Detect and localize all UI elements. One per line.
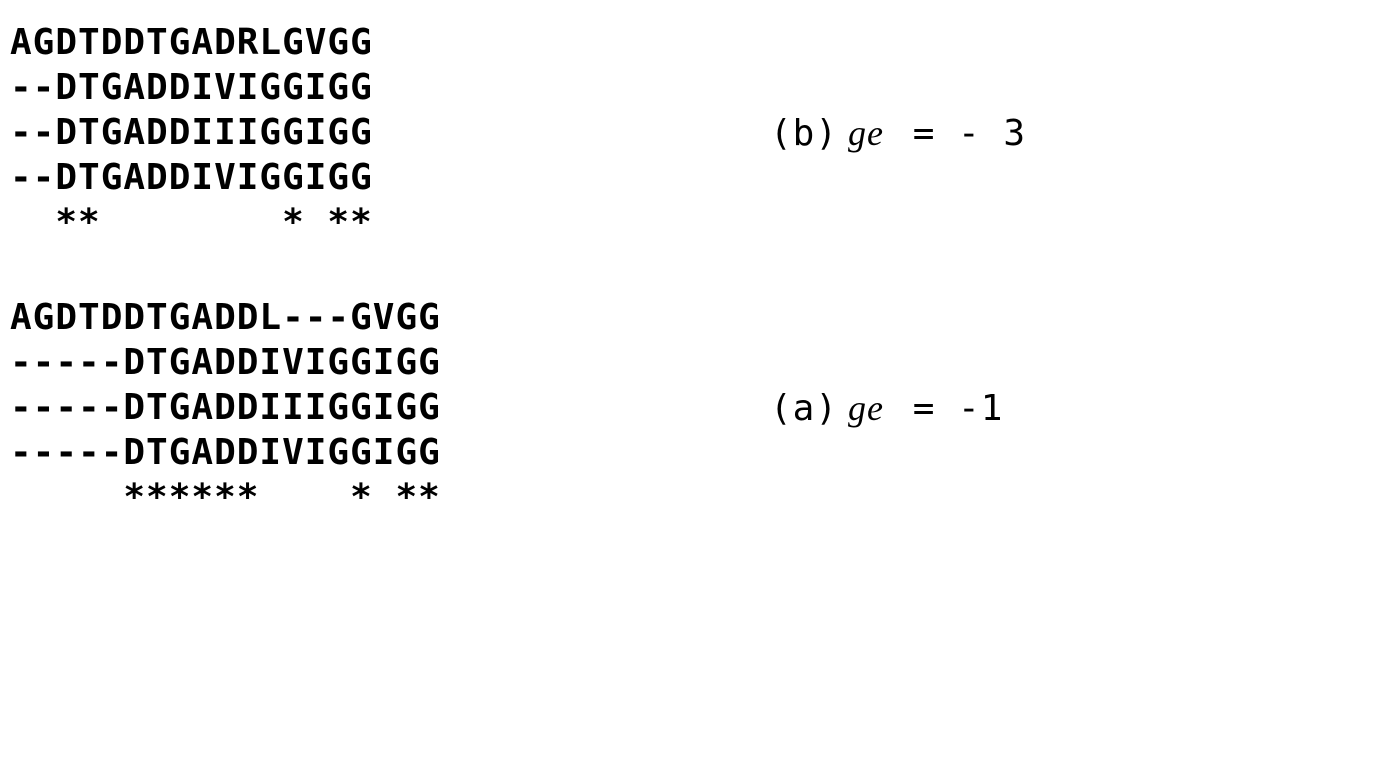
alignment-label-a: (a) ge = -1 bbox=[770, 387, 1003, 429]
alignment-block-a: AGDTDDTGADDL---GVGG -----DTGADDIVIGGIGG … bbox=[10, 295, 1368, 520]
sequence-line: -----DTGADDIIIGGIGG bbox=[10, 385, 730, 430]
sequence-line: --DTGADDIVIGGIGG bbox=[10, 65, 730, 110]
label-variable: ge bbox=[848, 387, 884, 429]
sequence-line: --DTGADDIIIGGIGG bbox=[10, 110, 730, 155]
label-id: (b) bbox=[770, 113, 838, 154]
sequence-line: -----DTGADDIVIGGIGG bbox=[10, 430, 730, 475]
label-variable: ge bbox=[848, 112, 884, 154]
alignment-sequences-a: AGDTDDTGADDL---GVGG -----DTGADDIVIGGIGG … bbox=[10, 295, 730, 520]
sequence-line: --DTGADDIVIGGIGG bbox=[10, 155, 730, 200]
alignment-label-b: (b) ge = - 3 bbox=[770, 112, 1026, 154]
label-value: = - 3 bbox=[890, 113, 1026, 154]
consensus-line: ****** * ** bbox=[10, 475, 730, 520]
label-value: = -1 bbox=[890, 388, 1003, 429]
consensus-line: ** * ** bbox=[10, 200, 730, 245]
label-id: (a) bbox=[770, 388, 838, 429]
sequence-line: AGDTDDTGADRLGVGG bbox=[10, 20, 730, 65]
alignment-sequences-b: AGDTDDTGADRLGVGG --DTGADDIVIGGIGG --DTGA… bbox=[10, 20, 730, 245]
sequence-line: -----DTGADDIVIGGIGG bbox=[10, 340, 730, 385]
alignment-block-b: AGDTDDTGADRLGVGG --DTGADDIVIGGIGG --DTGA… bbox=[10, 20, 1368, 245]
sequence-line: AGDTDDTGADDL---GVGG bbox=[10, 295, 730, 340]
